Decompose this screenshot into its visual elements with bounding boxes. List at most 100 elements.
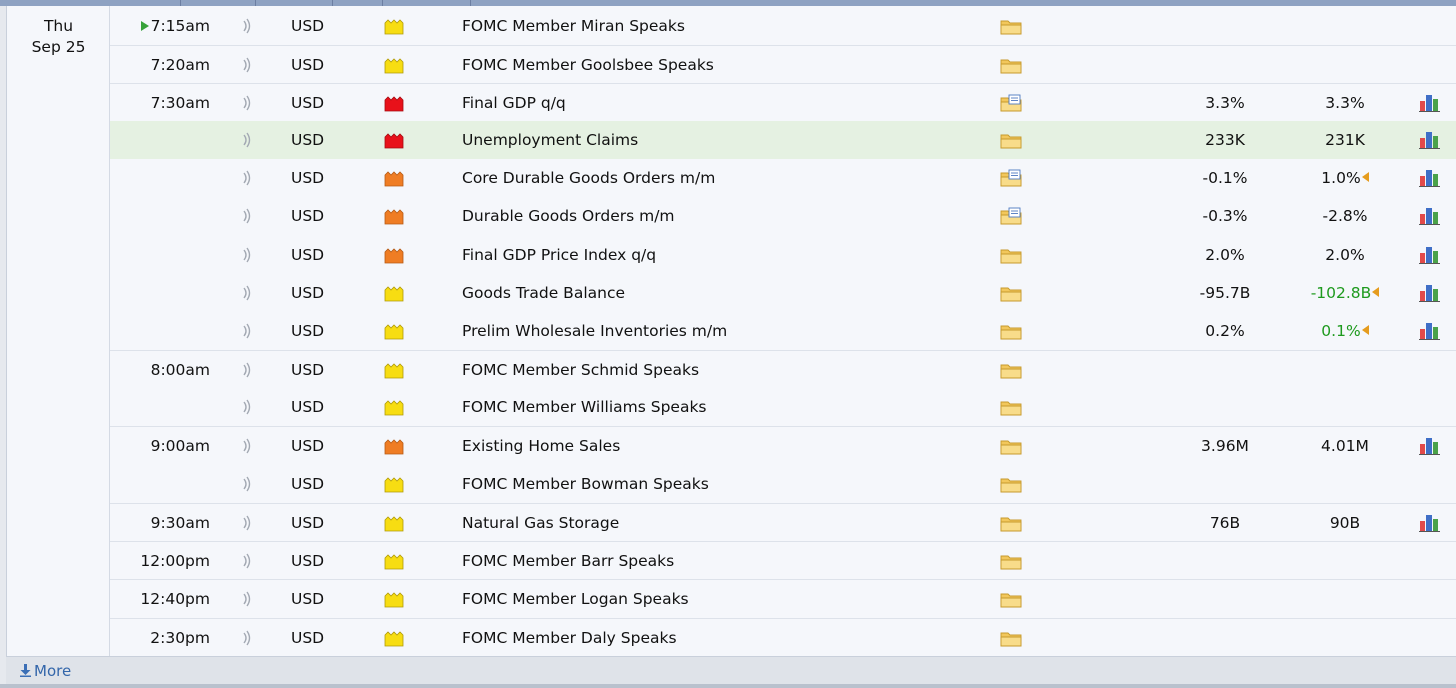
impact-cell[interactable] — [384, 84, 404, 122]
event-detail-button[interactable] — [1000, 542, 1022, 580]
event-detail-button[interactable] — [1000, 7, 1022, 45]
table-row[interactable]: 9:30am USD Natural Gas Storage 76B 90B — [110, 503, 1456, 541]
table-row[interactable]: 12:40pm USD FOMC Member Logan Speaks — [110, 579, 1456, 617]
impact-cell[interactable] — [384, 236, 404, 274]
sound-cell[interactable] — [241, 427, 253, 465]
graph-button[interactable] — [1418, 427, 1442, 465]
impact-cell[interactable] — [384, 504, 404, 542]
event-detail-button[interactable] — [1000, 388, 1022, 426]
event-title[interactable]: FOMC Member Daly Speaks — [462, 619, 677, 657]
table-row[interactable]: USD FOMC Member Williams Speaks — [110, 388, 1456, 426]
table-row[interactable]: 7:30am USD Final GDP q/q 3.3% 3.3% — [110, 83, 1456, 121]
event-title[interactable]: FOMC Member Bowman Speaks — [462, 465, 709, 503]
event-detail-button[interactable] — [1000, 121, 1022, 159]
event-detail-button[interactable] — [1000, 159, 1022, 197]
graph-button[interactable] — [1418, 274, 1442, 312]
event-detail-button[interactable] — [1000, 351, 1022, 389]
table-row[interactable]: USD Unemployment Claims 233K 231K — [110, 121, 1456, 159]
sound-cell[interactable] — [241, 388, 253, 426]
event-title[interactable]: FOMC Member Logan Speaks — [462, 580, 689, 618]
event-title[interactable]: Goods Trade Balance — [462, 274, 625, 312]
impact-cell[interactable] — [384, 427, 404, 465]
event-detail-button[interactable] — [1000, 312, 1022, 350]
event-detail-button[interactable] — [1000, 236, 1022, 274]
sound-icon — [243, 170, 251, 186]
table-row[interactable]: USD Prelim Wholesale Inventories m/m 0.2% 0… — [110, 312, 1456, 350]
event-title[interactable]: FOMC Member Goolsbee Speaks — [462, 46, 714, 84]
table-row[interactable]: USD Final GDP Price Index q/q 2.0% 2.0% — [110, 236, 1456, 274]
impact-cell[interactable] — [384, 388, 404, 426]
event-title[interactable]: Final GDP q/q — [462, 84, 566, 122]
impact-cell[interactable] — [384, 542, 404, 580]
event-detail-button[interactable] — [1000, 427, 1022, 465]
graph-button[interactable] — [1418, 159, 1442, 197]
table-row[interactable]: USD Goods Trade Balance -95.7B -102.8B — [110, 274, 1456, 312]
graph-button[interactable] — [1418, 84, 1442, 122]
table-row[interactable]: 2:30pm USD FOMC Member Daly Speaks — [110, 618, 1456, 656]
impact-cell[interactable] — [384, 465, 404, 503]
event-title[interactable]: FOMC Member Schmid Speaks — [462, 351, 699, 389]
event-title[interactable]: FOMC Member Miran Speaks — [462, 7, 685, 45]
sound-cell[interactable] — [241, 542, 253, 580]
impact-cell[interactable] — [384, 197, 404, 235]
event-detail-button[interactable] — [1000, 197, 1022, 235]
sound-cell[interactable] — [241, 504, 253, 542]
sound-cell[interactable] — [241, 619, 253, 657]
more-button[interactable]: More — [19, 657, 71, 685]
graph-button[interactable] — [1418, 312, 1442, 350]
table-row[interactable]: USD Core Durable Goods Orders m/m -0.1% 1.0… — [110, 159, 1456, 197]
event-title[interactable]: FOMC Member Barr Speaks — [462, 542, 674, 580]
event-detail-button[interactable] — [1000, 46, 1022, 84]
impact-cell[interactable] — [384, 312, 404, 350]
sound-cell[interactable] — [241, 274, 253, 312]
sound-cell[interactable] — [241, 465, 253, 503]
low-impact-folder-icon — [384, 631, 404, 647]
table-row[interactable]: USD Durable Goods Orders m/m -0.3% -2.8% — [110, 197, 1456, 235]
event-title[interactable]: FOMC Member Williams Speaks — [462, 388, 707, 426]
table-row[interactable]: 12:00pm USD FOMC Member Barr Speaks — [110, 541, 1456, 579]
impact-cell[interactable] — [384, 159, 404, 197]
sound-cell[interactable] — [241, 351, 253, 389]
table-row[interactable]: 7:20am USD FOMC Member Goolsbee Speaks — [110, 45, 1456, 83]
event-detail-button[interactable] — [1000, 619, 1022, 657]
sound-cell[interactable] — [241, 236, 253, 274]
forecast-value — [1175, 388, 1275, 426]
sound-cell[interactable] — [241, 121, 253, 159]
sound-cell[interactable] — [241, 46, 253, 84]
event-detail-button[interactable] — [1000, 274, 1022, 312]
event-title[interactable]: Core Durable Goods Orders m/m — [462, 159, 715, 197]
sound-cell[interactable] — [241, 159, 253, 197]
event-detail-button[interactable] — [1000, 465, 1022, 503]
sound-cell[interactable] — [241, 580, 253, 618]
sound-cell[interactable] — [241, 312, 253, 350]
event-title[interactable]: Unemployment Claims — [462, 121, 638, 159]
sound-cell[interactable] — [241, 197, 253, 235]
previous-value-text: 90B — [1329, 514, 1361, 532]
event-title[interactable]: Durable Goods Orders m/m — [462, 197, 675, 235]
table-row[interactable]: 9:00am USD Existing Home Sales 3.96M 4.01M — [110, 426, 1456, 464]
impact-cell[interactable] — [384, 351, 404, 389]
event-detail-button[interactable] — [1000, 504, 1022, 542]
event-detail-button[interactable] — [1000, 84, 1022, 122]
event-title[interactable]: Prelim Wholesale Inventories m/m — [462, 312, 727, 350]
impact-cell[interactable] — [384, 274, 404, 312]
graph-button[interactable] — [1418, 504, 1442, 542]
sound-cell[interactable] — [241, 7, 253, 45]
table-row[interactable]: 7:15am USD FOMC Member Miran Speaks — [110, 7, 1456, 45]
event-title[interactable]: Final GDP Price Index q/q — [462, 236, 656, 274]
event-title[interactable]: Natural Gas Storage — [462, 504, 619, 542]
graph-button[interactable] — [1418, 197, 1442, 235]
impact-cell[interactable] — [384, 121, 404, 159]
impact-cell[interactable] — [384, 46, 404, 84]
currency-code: USD — [291, 284, 325, 302]
impact-cell[interactable] — [384, 619, 404, 657]
event-detail-button[interactable] — [1000, 580, 1022, 618]
graph-button[interactable] — [1418, 236, 1442, 274]
table-row[interactable]: 8:00am USD FOMC Member Schmid Speaks — [110, 350, 1456, 388]
sound-cell[interactable] — [241, 84, 253, 122]
impact-cell[interactable] — [384, 580, 404, 618]
table-row[interactable]: USD FOMC Member Bowman Speaks — [110, 465, 1456, 503]
event-title[interactable]: Existing Home Sales — [462, 427, 620, 465]
impact-cell[interactable] — [384, 7, 404, 45]
graph-button[interactable] — [1418, 121, 1442, 159]
